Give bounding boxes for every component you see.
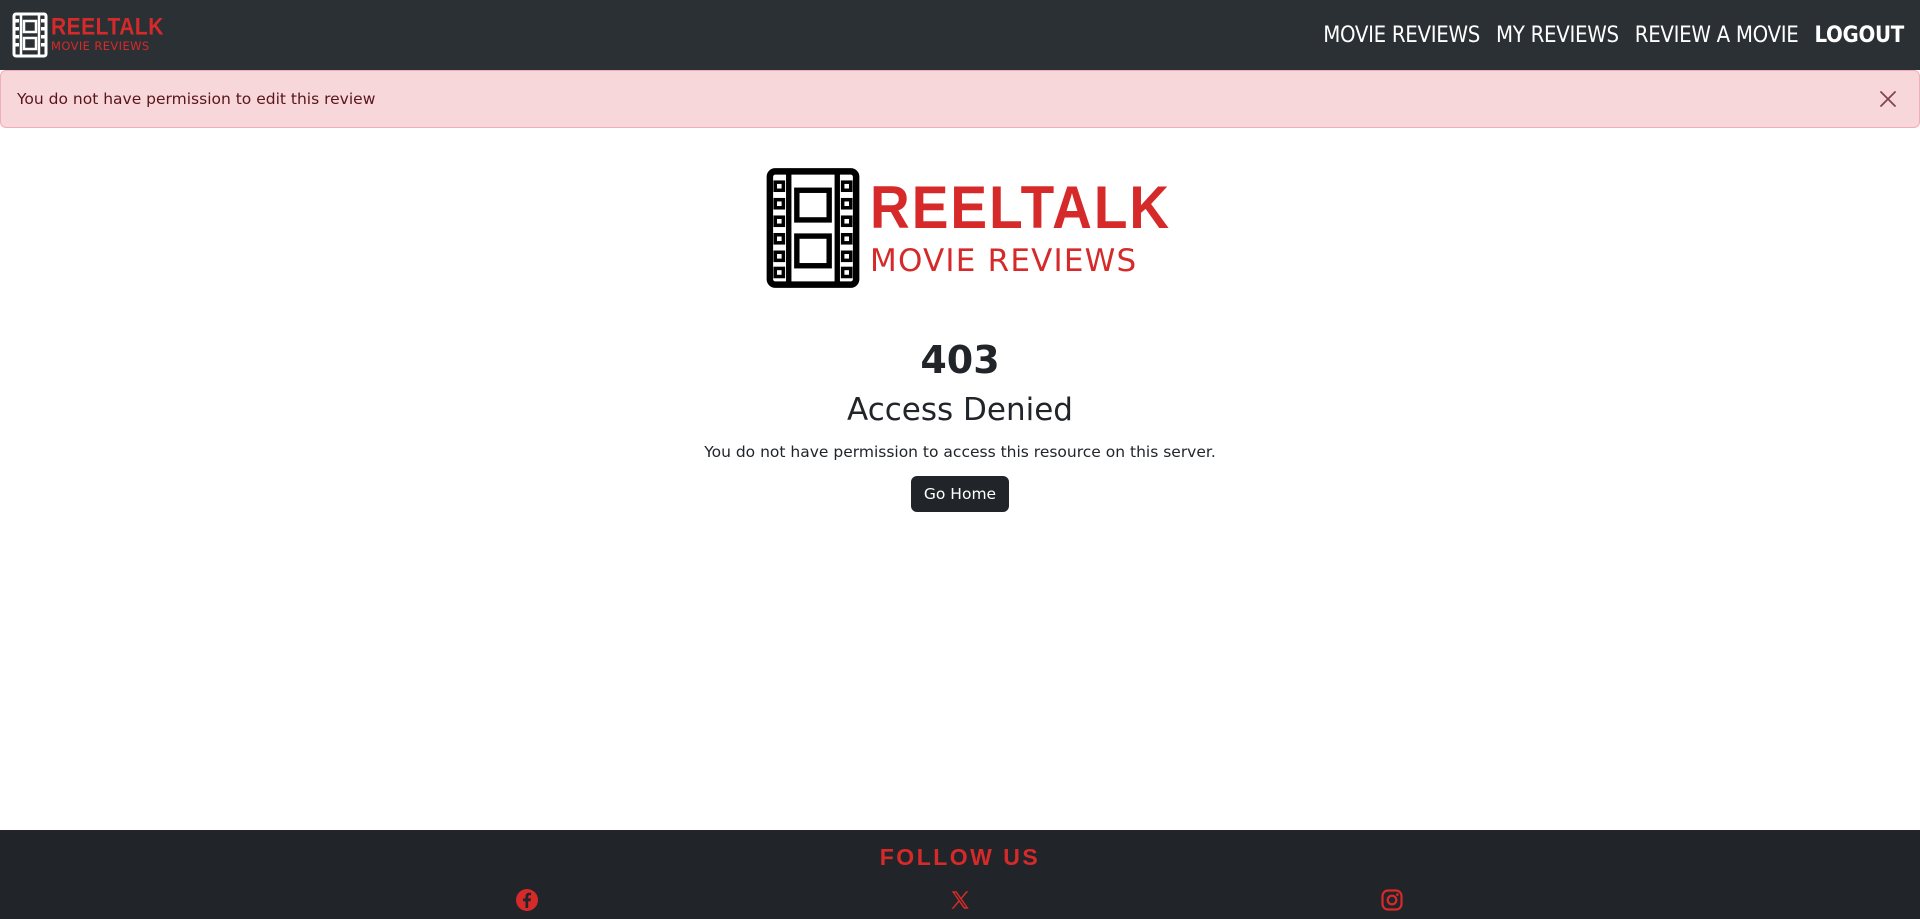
error-description: You do not have permission to access thi…: [704, 442, 1216, 461]
navbar: REELTALK MOVIE REVIEWS Movie Reviews My …: [0, 0, 1920, 70]
nav-my-reviews[interactable]: My Reviews: [1496, 23, 1619, 48]
nav-logout[interactable]: Logout: [1815, 23, 1905, 48]
hero-title: REELTALK: [870, 173, 1172, 242]
brand-logo-link[interactable]: REELTALK MOVIE REVIEWS: [12, 12, 164, 58]
facebook-icon[interactable]: [513, 886, 541, 914]
nav-movie-reviews[interactable]: Movie Reviews: [1323, 23, 1480, 48]
main-nav: Movie Reviews My Reviews Review a Movie …: [1323, 23, 1904, 48]
hero-text: REELTALK MOVIE REVIEWS: [870, 177, 1171, 279]
error-block: 403 Access Denied You do not have permis…: [0, 338, 1920, 512]
hero-logo: REELTALK MOVIE REVIEWS: [764, 166, 1171, 290]
go-home-button[interactable]: Go Home: [910, 475, 1010, 512]
permission-alert: You do not have permission to edit this …: [0, 70, 1920, 128]
hero-subtitle: MOVIE REVIEWS: [870, 243, 1138, 279]
x-icon[interactable]: [946, 886, 974, 914]
close-icon[interactable]: [1873, 84, 1903, 114]
brand-title: REELTALK: [51, 13, 164, 40]
nav-review-a-movie[interactable]: Review a Movie: [1635, 23, 1799, 48]
film-strip-icon: [766, 168, 860, 288]
film-strip-icon: [12, 12, 48, 58]
brand-text: REELTALK MOVIE REVIEWS: [51, 13, 164, 53]
error-title: Access Denied: [847, 391, 1073, 428]
main-content: REELTALK MOVIE REVIEWS 403 Access Denied…: [0, 128, 1920, 830]
footer-title: FOLLOW US: [879, 844, 1041, 870]
footer: FOLLOW US: [0, 830, 1920, 919]
alert-message: You do not have permission to edit this …: [17, 90, 376, 108]
error-code: 403: [920, 338, 1000, 382]
instagram-icon[interactable]: [1378, 886, 1406, 914]
brand-subtitle: MOVIE REVIEWS: [51, 38, 150, 53]
